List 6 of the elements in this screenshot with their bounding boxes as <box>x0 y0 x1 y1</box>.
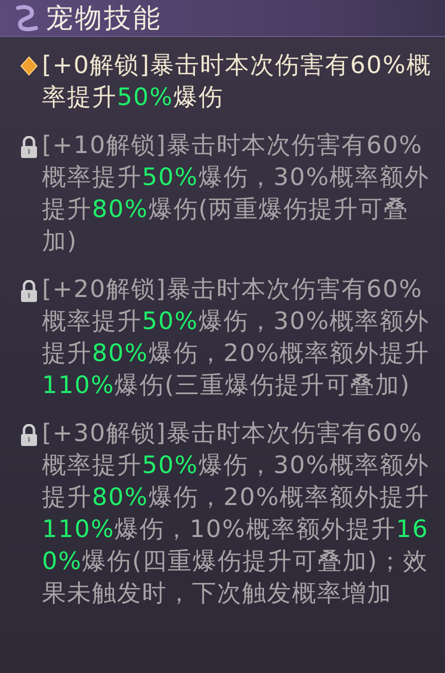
skill-description: [+20解锁]暴击时本次伤害有60%概率提升50%爆伤，30%概率额外提升80%爆伤，20%概率额外提升 110%爆伤(三重爆伤提升可叠加) <box>42 274 431 401</box>
skill-description: [+30解锁]暴击时本次伤害有60%概率提升50%爆伤，30%概率额外提升80%爆伤，20%概率额外提升 110%爆伤，10%概率额外提升160%爆伤(四重爆伤提升可叠加)；效果未触发时，下次触发概率增加 <box>42 418 431 609</box>
skill-description: [+0解锁]暴击时本次伤害有60%概率提升50%爆伤 <box>42 50 432 113</box>
swirl-icon <box>14 4 40 32</box>
skill-description: [+10解锁]暴击时本次伤害有60%概率提升50%爆伤，30%概率额外提升80%爆伤(两重爆伤提升可叠加) <box>42 130 431 257</box>
panel-title: 宠物技能 <box>46 2 162 36</box>
